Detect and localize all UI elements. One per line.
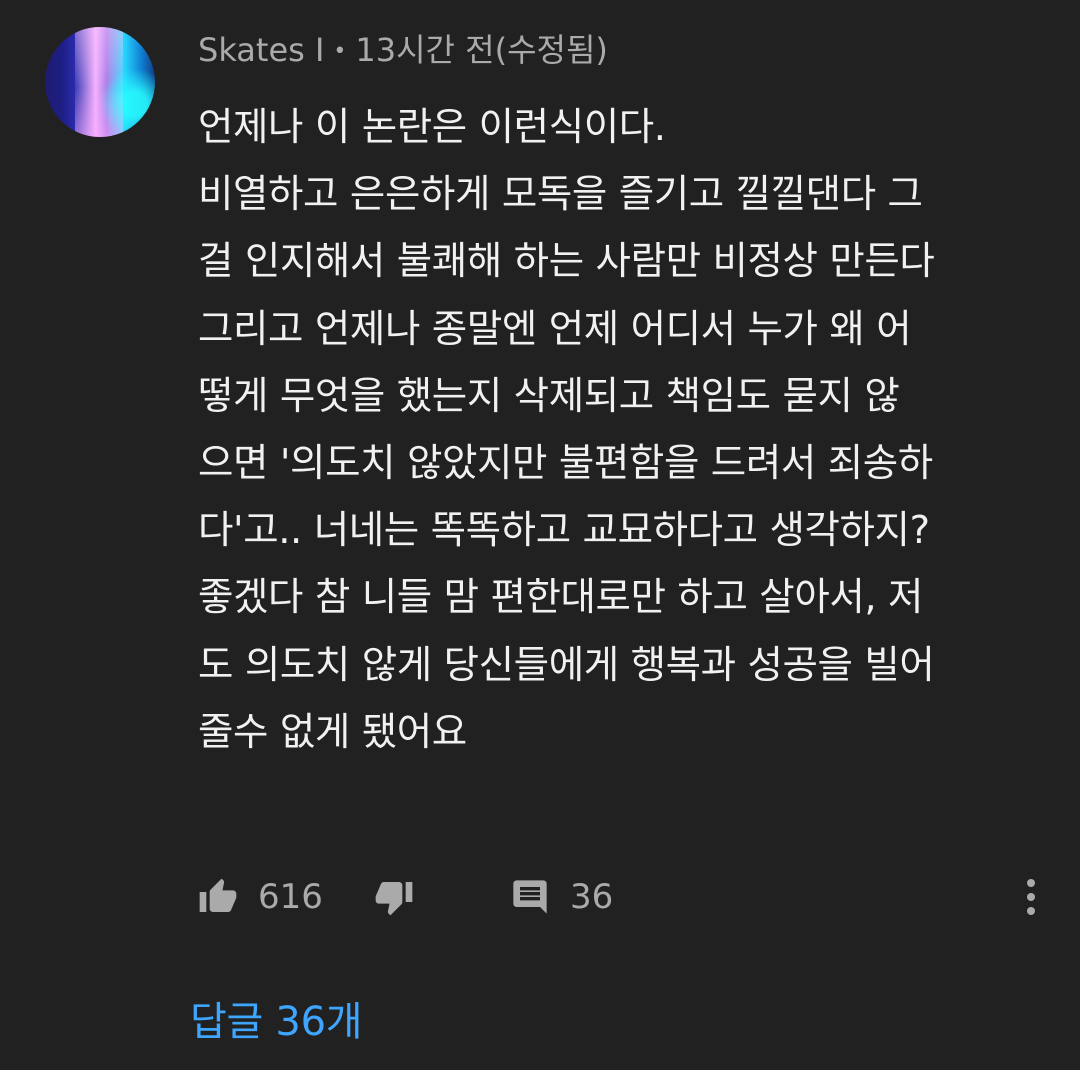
avatar[interactable] <box>45 27 155 137</box>
reply-button[interactable]: 36 <box>510 870 613 924</box>
comment-line: 비열하고 은은하게 모독을 즐기고 낄낄댄다 그 <box>198 172 923 218</box>
comment-meta: Skates I • 13시간 전(수정됨) <box>198 28 608 74</box>
meta-separator: • <box>333 39 347 64</box>
comment-line: 좋겠다 참 니들 맘 편한대로만 하고 살아서, 저 <box>198 575 924 621</box>
reply-count: 36 <box>570 877 614 917</box>
dislike-button[interactable] <box>374 870 414 924</box>
more-options-button[interactable] <box>1016 870 1046 924</box>
comment-thread: Skates I • 13시간 전(수정됨) 언제나 이 논란은 이런식이다. 비열… <box>0 0 1080 1070</box>
comment-line: 그리고 언제나 종말엔 언제 어디서 누가 왜 어 <box>198 306 912 352</box>
comment-time[interactable]: 13시간 전(수정됨) <box>355 31 608 69</box>
comment-line: 도 의도치 않게 당신들에게 행복과 성공을 빌어 <box>198 642 935 688</box>
thumbs-up-icon[interactable] <box>198 877 238 917</box>
comment-line: 다'고.. 너네는 똑똑하고 교묘하다고 생각하지? <box>198 508 930 554</box>
like-button[interactable]: 616 <box>198 870 323 924</box>
comment-line: 줄수 없게 됐어요 <box>198 709 467 755</box>
comment-line: 으면 '의도치 않았지만 불편함을 드려서 죄송하 <box>198 441 933 487</box>
thumbs-down-icon[interactable] <box>374 877 414 917</box>
comment-text: 언제나 이 논란은 이런식이다. 비열하고 은은하게 모독을 즐기고 낄낄댄다 … <box>198 94 1048 766</box>
comment-line: 걸 인지해서 불쾌해 하는 사람만 비정상 만든다 <box>198 239 935 285</box>
like-count: 616 <box>258 877 323 917</box>
view-replies-link[interactable]: 답글 36개 <box>190 994 363 1050</box>
comment-line: 떻게 무엇을 했는지 삭제되고 책임도 묻지 않 <box>198 373 900 419</box>
comment-line: 언제나 이 논란은 이런식이다. <box>198 105 666 150</box>
more-vert-icon[interactable] <box>1025 877 1037 917</box>
comment-icon[interactable] <box>510 877 550 917</box>
comment-actions: 616 36 <box>198 870 1048 924</box>
avatar-highlight <box>75 27 123 137</box>
author-name[interactable]: Skates I <box>198 31 324 69</box>
